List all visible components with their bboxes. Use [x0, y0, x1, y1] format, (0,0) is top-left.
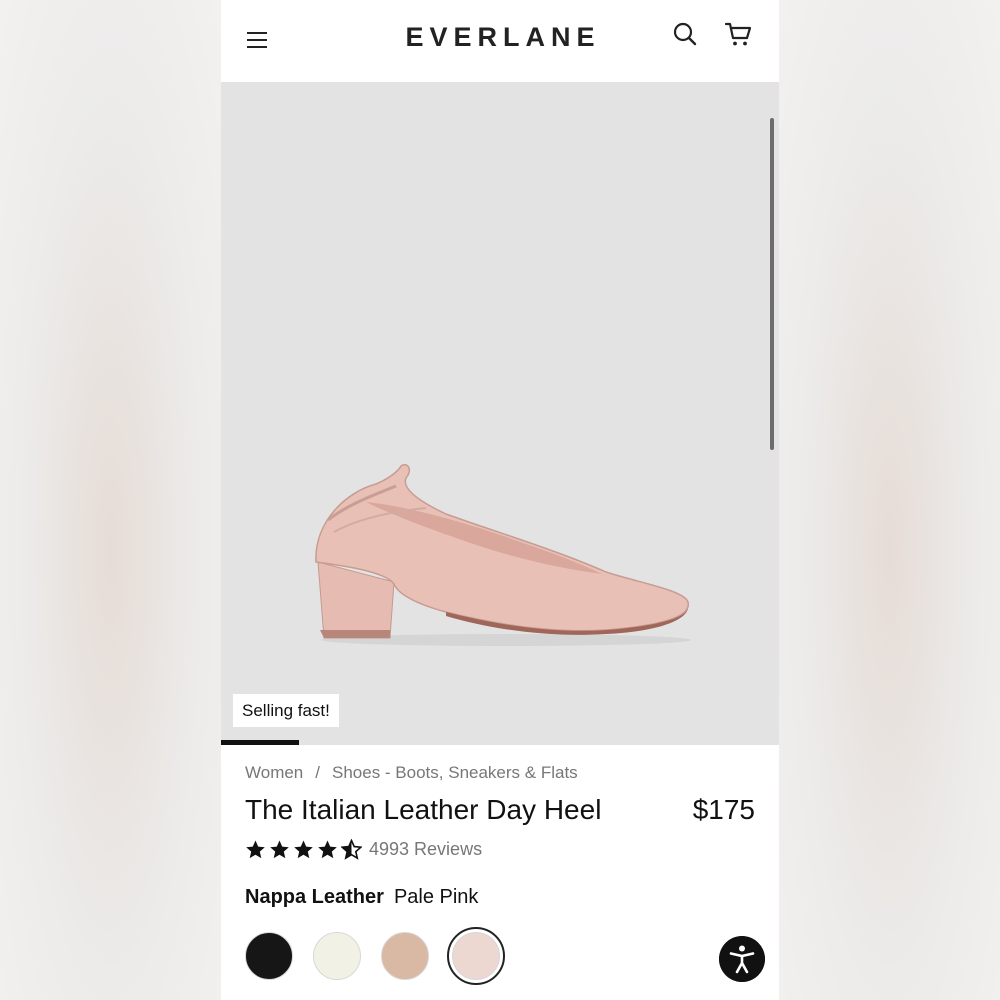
product-price: $175: [692, 794, 755, 825]
carousel-progress: [221, 740, 779, 745]
star-icon: [246, 840, 265, 858]
breadcrumb-shoes[interactable]: Shoes - Boots, Sneakers & Flats: [332, 763, 578, 782]
product-image-shoe: [315, 464, 691, 646]
scrollbar[interactable]: [770, 118, 774, 450]
accessibility-icon[interactable]: [719, 936, 765, 982]
breadcrumb: Women / Shoes - Boots, Sneakers & Flats: [245, 763, 578, 783]
color-swatch[interactable]: [381, 932, 429, 980]
background-left: [0, 0, 221, 1000]
product-title: The Italian Leather Day Heel: [245, 794, 602, 825]
mobile-page: EVERLANE Selling fast! Women / Shoes - B…: [221, 0, 779, 1000]
material-name: Nappa Leather: [245, 886, 384, 908]
reviews-link[interactable]: 4993 Reviews: [369, 839, 482, 860]
search-icon[interactable]: [672, 21, 698, 47]
star-icon: [294, 840, 313, 858]
material-color-label: Nappa Leather Pale Pink: [245, 886, 478, 909]
color-name: Pale Pink: [393, 886, 479, 908]
star-icon: [270, 840, 289, 858]
selling-fast-badge: Selling fast!: [233, 694, 339, 727]
cart-icon[interactable]: [724, 20, 752, 48]
star-icon: [341, 838, 362, 860]
breadcrumb-separator: /: [315, 763, 320, 782]
rating-stars[interactable]: [245, 838, 365, 860]
site-header: EVERLANE: [221, 0, 779, 83]
carousel-progress-fill: [221, 740, 300, 745]
color-swatch[interactable]: [452, 932, 500, 980]
color-swatch[interactable]: [245, 932, 293, 980]
breadcrumb-women[interactable]: Women: [245, 763, 303, 782]
product-image-gallery[interactable]: Selling fast!: [221, 82, 779, 742]
star-icon: [318, 840, 337, 858]
background-right: [779, 0, 1000, 1000]
color-swatch[interactable]: [313, 932, 361, 980]
